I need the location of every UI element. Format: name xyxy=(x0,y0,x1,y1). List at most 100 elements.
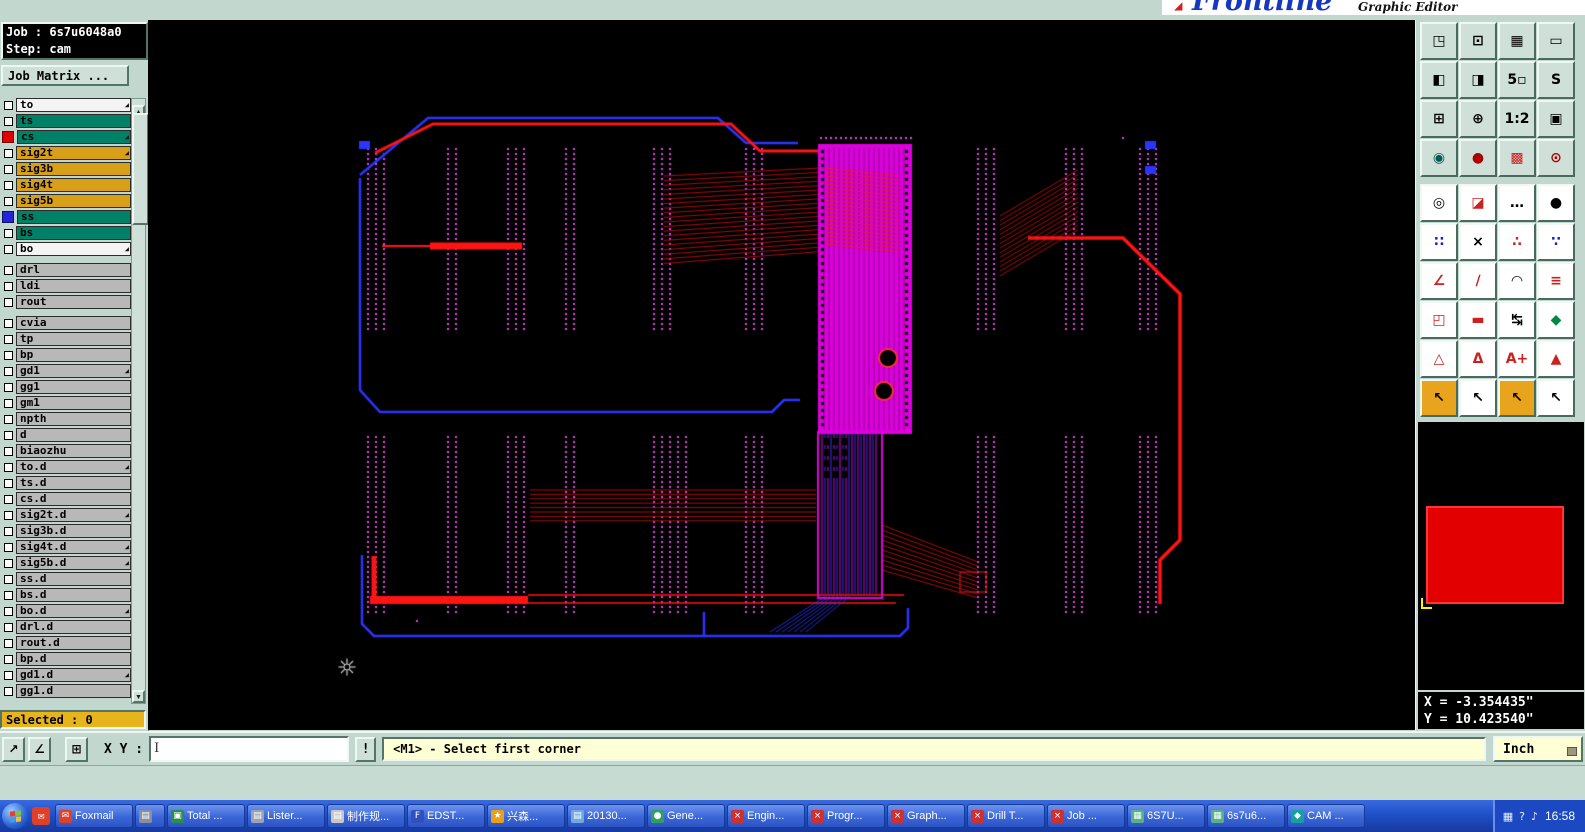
layer-visibility-checkbox[interactable] xyxy=(4,590,13,600)
layer-visibility-checkbox[interactable] xyxy=(4,414,13,424)
layer-name-label[interactable]: drl.d xyxy=(16,620,131,634)
start-button[interactable] xyxy=(2,803,28,829)
capture-circle-icon[interactable]: ◎ xyxy=(1420,184,1458,222)
layer-visibility-checkbox[interactable] xyxy=(4,281,13,291)
layer-name-label[interactable]: ss xyxy=(17,210,131,224)
taskbar-button-foxmail[interactable]: ✉ Foxmail xyxy=(55,804,133,828)
layer-row-d[interactable]: d xyxy=(1,428,131,442)
layer-name-label[interactable]: sig5b xyxy=(16,194,131,208)
taskbar-button-graph[interactable]: × Graph... xyxy=(887,804,965,828)
layer-row-bp.d[interactable]: bp.d xyxy=(1,652,131,666)
angle-ruler-icon[interactable]: ∠ xyxy=(1420,262,1458,300)
layer-colors-icon[interactable]: ▩ xyxy=(1498,139,1536,177)
layer-visibility-checkbox[interactable] xyxy=(4,462,13,472)
layer-row-to[interactable]: to ◢ xyxy=(1,98,131,112)
layer-name-label[interactable]: bs xyxy=(16,226,131,240)
layer-row-rout[interactable]: rout xyxy=(1,295,131,309)
layer-visibility-checkbox[interactable] xyxy=(4,686,13,696)
scale-1-2-icon[interactable]: 1:2 xyxy=(1498,100,1536,138)
tray-volume-icon[interactable]: ♪ xyxy=(1531,810,1538,823)
layer-name-label[interactable]: ts xyxy=(16,114,131,128)
s-profile-icon[interactable]: S xyxy=(1537,61,1575,99)
active-layer-indicator[interactable] xyxy=(2,211,14,223)
layer-name-label[interactable]: sig4t.d ◢ xyxy=(16,540,131,554)
layer-name-label[interactable]: to.d ◢ xyxy=(16,460,131,474)
layer-name-label[interactable]: ldi xyxy=(16,279,131,293)
layer-visibility-checkbox[interactable] xyxy=(4,478,13,488)
select-mode-button[interactable]: ↗ xyxy=(2,736,25,762)
scrollbar-thumb[interactable] xyxy=(132,113,149,225)
layer-row-npth[interactable]: npth xyxy=(1,412,131,426)
taskbar-button-gene[interactable]: ● Gene... xyxy=(647,804,725,828)
layer-row-to.d[interactable]: to.d ◢ xyxy=(1,460,131,474)
layer-name-label[interactable]: sig4t xyxy=(16,178,131,192)
layer-name-label[interactable]: npth xyxy=(16,412,131,426)
layer-row-gm1[interactable]: gm1 xyxy=(1,396,131,410)
layer-visibility-checkbox[interactable] xyxy=(4,398,13,408)
layer-visibility-checkbox[interactable] xyxy=(4,638,13,648)
layer-row-bp[interactable]: bp xyxy=(1,348,131,362)
layer-row-sig5b.d[interactable]: sig5b.d ◢ xyxy=(1,556,131,570)
layer-row-sig4t[interactable]: sig4t xyxy=(1,178,131,192)
layer-name-label[interactable]: cs ◢ xyxy=(17,130,131,144)
layer-row-sig3b[interactable]: sig3b xyxy=(1,162,131,176)
layer-name-label[interactable]: cvia xyxy=(16,316,131,330)
layer-row-ss[interactable]: ss xyxy=(1,210,131,224)
layer-visibility-checkbox[interactable] xyxy=(4,606,13,616)
xy-coordinate-input[interactable] xyxy=(151,738,348,760)
quick-launch-foxmail-icon[interactable]: ✉ xyxy=(32,807,50,825)
taskbar-button-兴森[interactable]: ★ 兴森... xyxy=(487,804,565,828)
taskbar-button-total[interactable]: ▣ Total ... xyxy=(167,804,245,828)
layer-visibility-checkbox[interactable] xyxy=(4,318,13,328)
diagonal-line-icon[interactable]: ∕ xyxy=(1459,262,1497,300)
triangle-outline-icon[interactable]: △ xyxy=(1420,340,1458,378)
layer-visibility-checkbox[interactable] xyxy=(4,494,13,504)
zoom-center-icon[interactable]: ⊕ xyxy=(1459,100,1497,138)
layer-name-label[interactable]: sig2t.d ◢ xyxy=(16,508,131,522)
layer-name-label[interactable]: sig3b xyxy=(16,162,131,176)
copy-to-window-icon[interactable]: ◳ xyxy=(1420,22,1458,60)
taskbar-button-制作规[interactable]: ▤ 制作规... xyxy=(327,804,405,828)
layer-visibility-checkbox[interactable] xyxy=(4,558,13,568)
grid-mode-button[interactable]: ⊞ xyxy=(65,736,88,762)
five-windows-icon[interactable]: 5▫ xyxy=(1498,61,1536,99)
layer-name-label[interactable]: bo ◢ xyxy=(16,242,131,256)
pcb-workspace-canvas[interactable] xyxy=(148,20,1415,730)
layer-row-tp[interactable]: tp xyxy=(1,332,131,346)
layer-name-label[interactable]: gd1 ◢ xyxy=(16,364,131,378)
layer-row-gg1[interactable]: gg1 xyxy=(1,380,131,394)
pan-left-window-icon[interactable]: ◧ xyxy=(1420,61,1458,99)
layer-name-label[interactable]: cs.d xyxy=(16,492,131,506)
layer-visibility-checkbox[interactable] xyxy=(4,148,13,158)
highlight-tool-icon[interactable]: ● xyxy=(1459,139,1497,177)
layer-visibility-checkbox[interactable] xyxy=(4,297,13,307)
layer-name-label[interactable]: bp xyxy=(16,348,131,362)
screen-view-icon[interactable]: ⊡ xyxy=(1459,22,1497,60)
layer-visibility-checkbox[interactable] xyxy=(4,164,13,174)
layer-visibility-checkbox[interactable] xyxy=(4,654,13,664)
layer-row-gd1.d[interactable]: gd1.d ◢ xyxy=(1,668,131,682)
layer-name-label[interactable]: biaozhu xyxy=(16,444,131,458)
layer-name-label[interactable]: tp xyxy=(16,332,131,346)
blue-pair-dots-icon[interactable]: ∵ xyxy=(1537,223,1575,261)
layer-name-label[interactable]: bp.d xyxy=(16,652,131,666)
layer-visibility-checkbox[interactable] xyxy=(4,574,13,584)
layer-row-ss.d[interactable]: ss.d xyxy=(1,572,131,586)
measure-tool-icon[interactable]: ◉ xyxy=(1420,139,1458,177)
units-inch-button[interactable]: Inch xyxy=(1493,736,1583,762)
taskbar-button-engin[interactable]: × Engin... xyxy=(727,804,805,828)
layer-visibility-checkbox[interactable] xyxy=(4,265,13,275)
layer-visibility-checkbox[interactable] xyxy=(4,510,13,520)
layer-visibility-checkbox[interactable] xyxy=(4,622,13,632)
layer-row-cvia[interactable]: cvia xyxy=(1,316,131,330)
dots-cursor-icon[interactable]: ↖ xyxy=(1537,379,1575,417)
layer-visibility-checkbox[interactable] xyxy=(4,196,13,206)
delete-x-icon[interactable]: × xyxy=(1459,223,1497,261)
taskbar-button-progr[interactable]: × Progr... xyxy=(807,804,885,828)
arrow-cursor-icon[interactable]: ↖ xyxy=(1459,379,1497,417)
layer-row-drl[interactable]: drl xyxy=(1,263,131,277)
layer-row-rout.d[interactable]: rout.d xyxy=(1,636,131,650)
layer-row-cs[interactable]: cs ◢ xyxy=(1,130,131,144)
layer-row-biaozhu[interactable]: biaozhu xyxy=(1,444,131,458)
layer-row-bo[interactable]: bo ◢ xyxy=(1,242,131,256)
